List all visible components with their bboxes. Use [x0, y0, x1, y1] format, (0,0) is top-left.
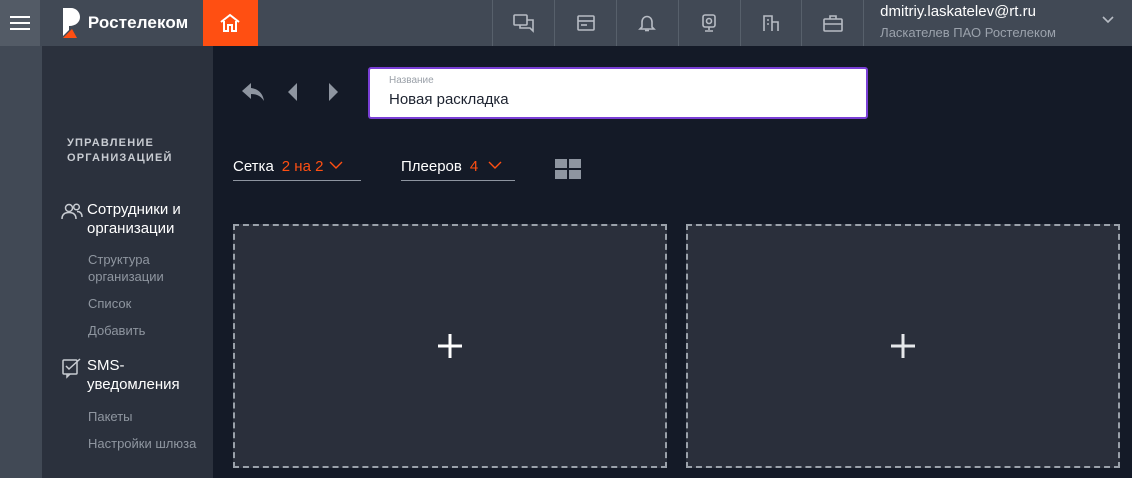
home-button[interactable] [203, 0, 258, 46]
camera-button[interactable] [677, 0, 740, 46]
user-menu[interactable]: dmitriy.laskatelev@rt.ru Ласкателев ПАО … [863, 0, 1132, 46]
undo-icon[interactable] [240, 81, 266, 103]
bell-icon [638, 15, 657, 32]
sidebar-item-gateway-settings[interactable]: Настройки шлюза [88, 435, 213, 452]
grid-select[interactable]: Сетка 2 на 2 [233, 158, 361, 181]
plus-icon [438, 334, 462, 358]
sidebar-group-label: SMS-уведомления [87, 357, 180, 393]
chevron-down-icon [329, 161, 343, 169]
chevron-down-icon [488, 161, 502, 169]
camera-icon [702, 14, 716, 32]
plus-icon [891, 334, 915, 358]
calendar-icon [576, 15, 595, 31]
logo[interactable]: Ростелеком [39, 0, 204, 46]
sidebar: УПРАВЛЕНИЕ ОРГАНИЗАЦИЕЙ Сотрудники и орг… [42, 46, 213, 478]
back-arrow-icon[interactable] [286, 81, 300, 103]
players-select-value: 4 [469, 158, 479, 175]
menu-button[interactable] [0, 0, 40, 46]
brand-name: Ростелеком [87, 13, 189, 32]
sidebar-rail [0, 46, 42, 478]
notifications-button[interactable] [615, 0, 678, 46]
sidebar-item-packages[interactable]: Пакеты [88, 408, 213, 425]
sidebar-group-sms[interactable]: SMS-уведомления [60, 356, 213, 394]
sidebar-section-title: УПРАВЛЕНИЕ ОРГАНИЗАЦИЕЙ [67, 137, 173, 164]
grid-select-label: Сетка [233, 158, 274, 175]
player-slot[interactable] [686, 224, 1120, 468]
players-select[interactable]: Плееров 4 [401, 158, 515, 181]
menu-icon [9, 16, 30, 30]
grid-layout-icon[interactable] [555, 159, 581, 179]
layout-name-field[interactable]: Название Новая раскладка [368, 67, 868, 119]
sms-check-icon [62, 358, 81, 379]
chat-icon [512, 14, 534, 33]
top-bar: Ростелеком dmitriy.laskatelev@rt.ru Ласк… [0, 0, 1132, 46]
sidebar-group-label: Сотрудники и организации [87, 201, 181, 237]
user-org: Ласкателев ПАО Ростелеком [880, 25, 1056, 40]
navigation-arrows [240, 81, 340, 103]
player-slot[interactable] [233, 224, 667, 468]
buildings-button[interactable] [739, 0, 802, 46]
chevron-down-icon [1102, 16, 1114, 24]
grid-select-value: 2 на 2 [281, 158, 324, 175]
briefcase-button[interactable] [801, 0, 863, 46]
home-icon [220, 13, 241, 32]
players-select-label: Плееров [401, 158, 462, 175]
briefcase-icon [822, 15, 843, 32]
sidebar-item-structure[interactable]: Структура организации [88, 251, 178, 285]
chat-button[interactable] [492, 0, 554, 46]
forward-arrow-icon[interactable] [326, 81, 340, 103]
user-email: dmitriy.laskatelev@rt.ru [880, 3, 1036, 20]
sidebar-item-list[interactable]: Список [88, 295, 213, 312]
main-content: Название Новая раскладка Сетка 2 на 2 Пл… [213, 46, 1132, 478]
sidebar-group-employees[interactable]: Сотрудники и организации [60, 200, 213, 238]
users-icon [61, 203, 83, 220]
rostelecom-logo-icon [62, 8, 80, 38]
name-field-label: Название [389, 75, 434, 86]
building-icon [763, 15, 779, 31]
name-field-value[interactable]: Новая раскладка [389, 89, 866, 111]
sidebar-item-add[interactable]: Добавить [88, 322, 213, 339]
calendar-button[interactable] [554, 0, 616, 46]
